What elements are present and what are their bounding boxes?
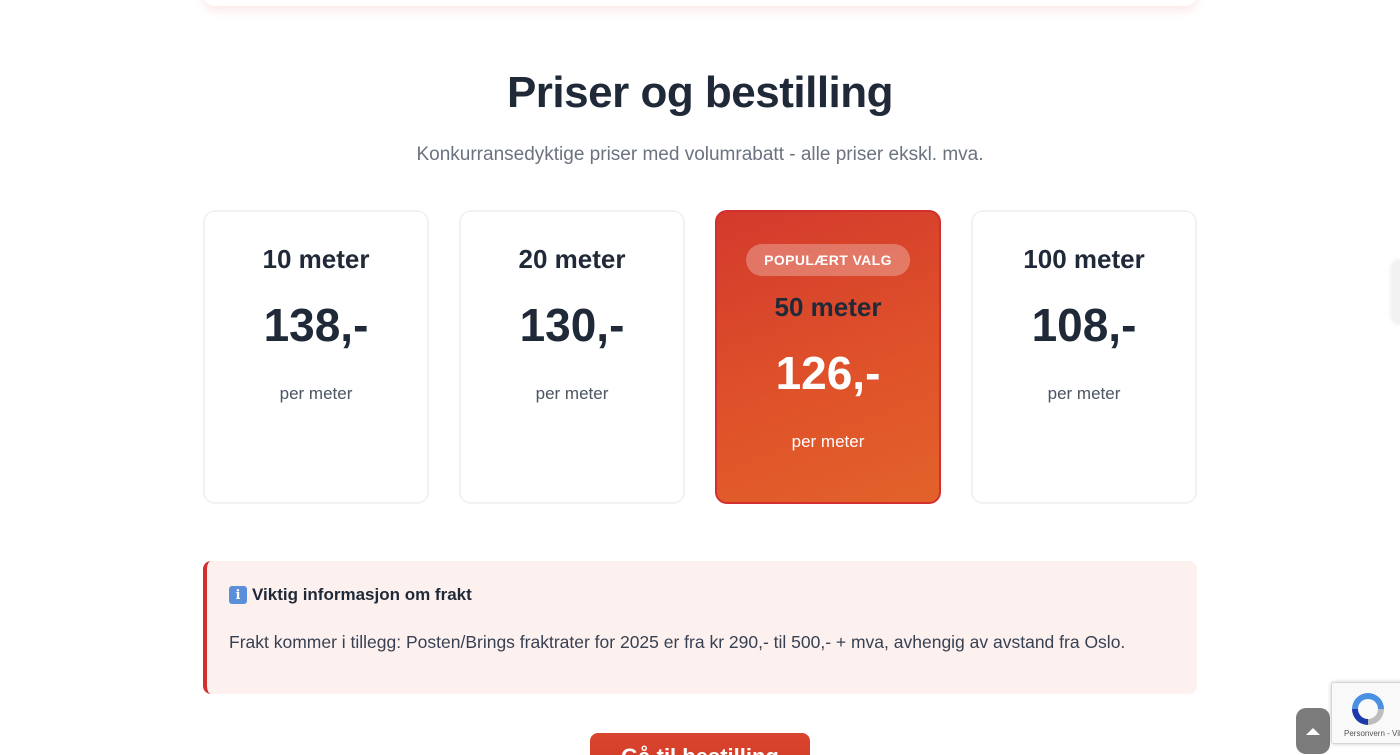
price-unit: per meter [1047, 384, 1121, 403]
scroll-to-top-button[interactable] [1296, 708, 1330, 754]
shipping-info-text: Frakt kommer i tillegg: Posten/Brings fr… [229, 632, 1126, 652]
recaptcha-logo-icon [1352, 693, 1384, 725]
price-card-10m: 10 meter 138,- per meter [203, 210, 429, 504]
section-subtitle: Konkurransedyktige priser med volumrabat… [416, 144, 984, 165]
section-title: Priser og bestilling [506, 68, 894, 117]
side-edge-tab[interactable] [1393, 260, 1400, 324]
shipping-info-heading-text: Viktig informasjon om frakt [252, 585, 472, 604]
price-value: 138,- [263, 299, 369, 351]
price-quantity: 20 meter [518, 244, 626, 274]
price-unit: per meter [279, 384, 353, 403]
price-card-50m-featured: POPULÆRT VALG 50 meter 126,- per meter [715, 210, 941, 504]
price-quantity: 50 meter [774, 292, 882, 322]
price-unit: per meter [535, 384, 609, 403]
chevron-up-icon [1306, 728, 1320, 735]
price-unit: per meter [791, 432, 865, 451]
price-value: 108,- [1031, 299, 1137, 351]
shipping-info-heading: i Viktig informasjon om frakt [229, 585, 472, 605]
go-to-order-button[interactable]: Gå til bestilling [590, 733, 810, 755]
pricing-grid: 10 meter 138,- per meter 20 meter 130,- … [203, 210, 1197, 504]
price-value: 130,- [519, 299, 625, 351]
page: Priser og bestilling Konkurransedyktige … [0, 0, 1400, 755]
price-card-100m: 100 meter 108,- per meter [971, 210, 1197, 504]
shipping-info-box: i Viktig informasjon om frakt Frakt komm… [203, 561, 1197, 694]
popular-badge: POPULÆRT VALG [746, 244, 910, 276]
price-quantity: 100 meter [1023, 244, 1145, 274]
price-value: 126,- [775, 347, 881, 399]
previous-section-card [204, 0, 1196, 6]
info-icon: i [229, 586, 247, 604]
price-quantity: 10 meter [262, 244, 370, 274]
price-card-20m: 20 meter 130,- per meter [459, 210, 685, 504]
recaptcha-privacy-link[interactable]: Personvern - Vilkår [1344, 729, 1400, 738]
recaptcha-badge[interactable]: Personvern - Vilkår [1331, 682, 1400, 744]
